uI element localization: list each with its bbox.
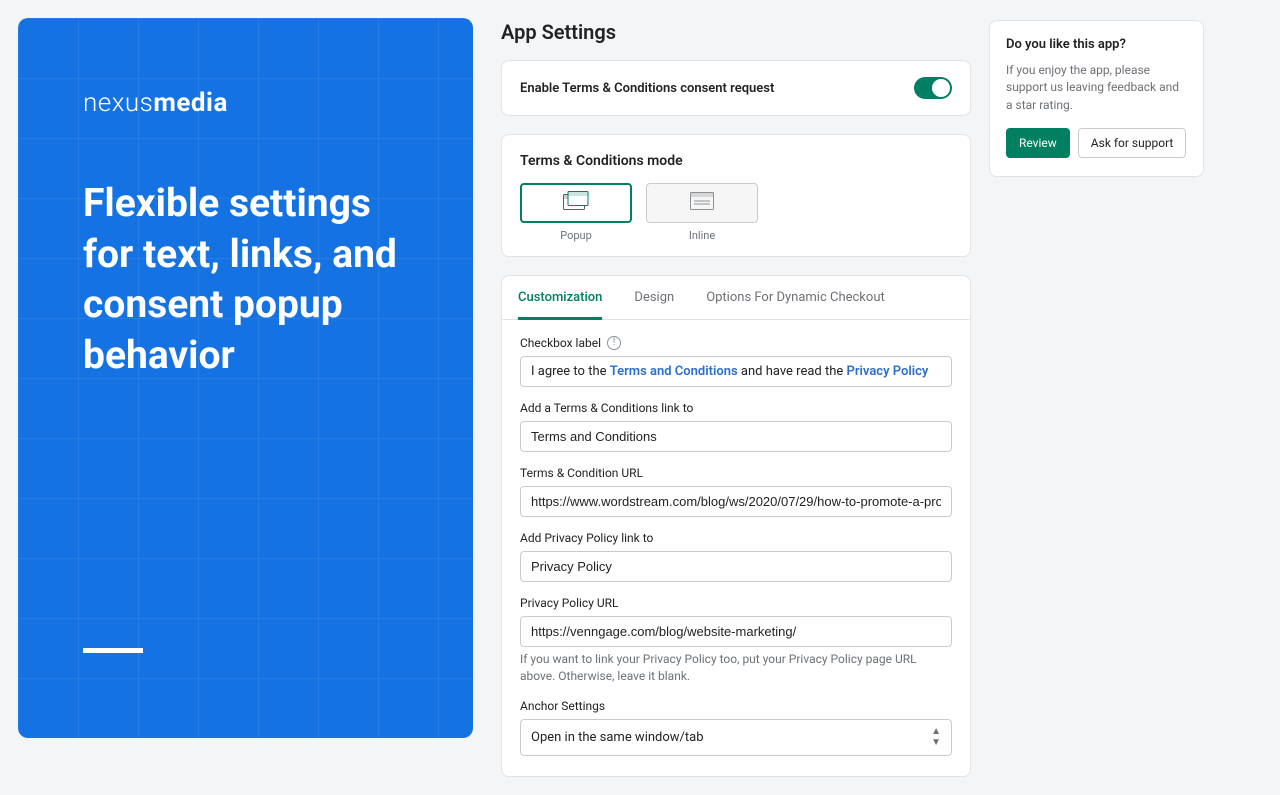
pp-url-input[interactable]	[520, 616, 952, 647]
tab-design[interactable]: Design	[618, 276, 690, 319]
inline-window-icon	[690, 192, 714, 214]
anchor-label: Anchor Settings	[520, 699, 952, 713]
privacy-link[interactable]: Privacy Policy	[847, 364, 929, 379]
mode-option-popup[interactable]: Popup	[520, 183, 632, 242]
mode-option-inline[interactable]: Inline	[646, 183, 758, 242]
customization-card: Customization Design Options For Dynamic…	[501, 275, 971, 777]
feedback-card: Do you like this app? If you enjoy the a…	[989, 20, 1204, 177]
checkbox-label-caption: Checkbox label	[520, 336, 601, 350]
anchor-select[interactable]: Open in the same window/tab ▲▼	[520, 719, 952, 756]
tc-link-input[interactable]	[520, 421, 952, 452]
enable-toggle[interactable]	[914, 77, 952, 99]
checkbox-text-pre: I agree to the	[531, 364, 610, 379]
mode-option-label: Inline	[646, 229, 758, 242]
mode-card: Terms & Conditions mode	[501, 134, 971, 257]
tab-customization[interactable]: Customization	[502, 276, 618, 319]
pp-link-label: Add Privacy Policy link to	[520, 531, 952, 545]
brand-logo: nexusmedia	[83, 88, 413, 118]
support-button[interactable]: Ask for support	[1078, 128, 1187, 158]
mode-title: Terms & Conditions mode	[520, 153, 952, 169]
popup-window-icon	[563, 191, 589, 215]
terms-link[interactable]: Terms and Conditions	[610, 364, 738, 379]
brand-logo-thin: nexus	[83, 88, 153, 118]
pp-url-label: Privacy Policy URL	[520, 596, 952, 610]
pp-url-helper: If you want to link your Privacy Policy …	[520, 651, 952, 685]
mode-option-label: Popup	[520, 229, 632, 242]
anchor-select-value: Open in the same window/tab	[531, 730, 704, 745]
enable-label: Enable Terms & Conditions consent reques…	[520, 81, 774, 96]
promo-underline	[83, 648, 143, 653]
tc-url-input[interactable]	[520, 486, 952, 517]
checkbox-label-input[interactable]: I agree to the Terms and Conditions and …	[520, 356, 952, 387]
promo-headline: Flexible settings for text, links, and c…	[83, 178, 413, 381]
pp-link-input[interactable]	[520, 551, 952, 582]
feedback-title: Do you like this app?	[1006, 37, 1187, 52]
tabs: Customization Design Options For Dynamic…	[502, 276, 970, 320]
brand-logo-bold: media	[153, 88, 228, 118]
tab-dynamic-checkout[interactable]: Options For Dynamic Checkout	[690, 276, 901, 319]
info-icon[interactable]: !	[607, 336, 621, 350]
tc-url-label: Terms & Condition URL	[520, 466, 952, 480]
feedback-text: If you enjoy the app, please support us …	[1006, 62, 1187, 114]
chevron-updown-icon: ▲▼	[931, 727, 941, 748]
page-title: App Settings	[501, 20, 971, 44]
checkbox-text-mid: and have read the	[738, 364, 847, 379]
enable-card: Enable Terms & Conditions consent reques…	[501, 60, 971, 116]
tc-link-label: Add a Terms & Conditions link to	[520, 401, 952, 415]
review-button[interactable]: Review	[1006, 128, 1070, 158]
promo-panel: nexusmedia Flexible settings for text, l…	[18, 18, 473, 738]
